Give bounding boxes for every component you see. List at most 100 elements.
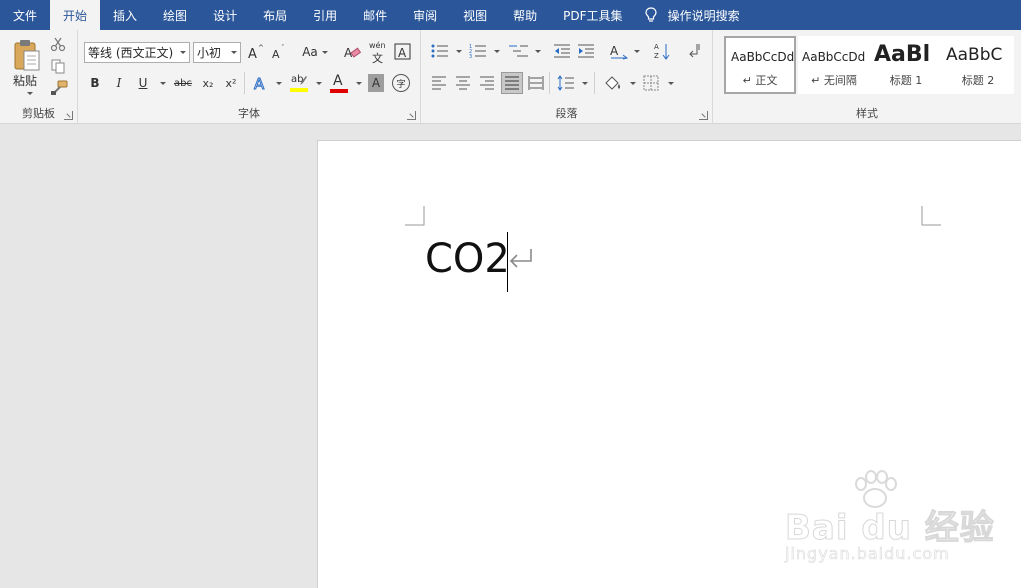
clear-formatting-icon[interactable]: A [344,43,362,61]
show-hide-marks-icon[interactable] [686,42,702,60]
character-border-icon[interactable]: A [394,43,412,61]
style-name: ↵ 无间隔 [811,74,857,87]
style-heading-1[interactable]: AaBl 标题 1 [870,36,942,94]
numbering-icon[interactable]: 123 [469,43,487,59]
svg-text:A: A [248,47,257,61]
distributed-icon[interactable] [528,75,544,91]
highlight-dropdown-caret[interactable] [316,82,322,85]
tab-references[interactable]: 引用 [300,0,350,30]
margin-corner-top-right [921,206,941,226]
bullets-dropdown-caret[interactable] [456,50,462,53]
paragraph-dialog-launcher[interactable] [699,111,708,120]
highlight-button[interactable]: ab [289,73,309,95]
tell-me-label: 操作说明搜索 [667,8,740,23]
tab-view[interactable]: 视图 [450,0,500,30]
align-center-icon[interactable] [455,75,471,91]
svg-text:ˇ: ˇ [281,44,285,52]
shading-dropdown-caret[interactable] [630,82,636,85]
clipboard-dialog-launcher[interactable] [64,111,73,120]
tab-draw[interactable]: 绘图 [150,0,200,30]
shrink-font-icon[interactable]: Aˇ [271,43,287,61]
style-heading-2[interactable]: AaBbC 标题 2 [942,36,1014,94]
paragraph-mark-icon [509,249,532,268]
chevron-down-icon [321,50,328,54]
text-effects-icon[interactable]: A [252,74,270,93]
style-normal[interactable]: AaBbCcDd ↵ 正文 [724,36,796,94]
underline-dropdown-caret[interactable] [160,82,166,85]
tab-mailings[interactable]: 邮件 [350,0,400,30]
character-shading-button[interactable]: A [368,74,384,92]
numbering-dropdown-caret[interactable] [494,50,500,53]
style-sample: AaBbCcDd [802,50,866,64]
tab-design[interactable]: 设计 [200,0,250,30]
watermark-brand: Bai du 经验 [785,508,995,549]
grow-font-icon[interactable]: A ^ [248,43,264,61]
tab-help[interactable]: 帮助 [500,0,550,30]
phonetic-guide-button[interactable]: wén 文 [368,41,388,65]
superscript-button[interactable]: x² [221,73,241,93]
bold-button[interactable]: B [86,73,104,93]
subscript-button[interactable]: x₂ [198,73,218,93]
italic-button[interactable]: I [110,73,128,93]
copy-icon[interactable] [50,58,66,74]
tab-layout[interactable]: 布局 [250,0,300,30]
paste-dropdown-caret[interactable] [27,92,33,95]
font-color-button[interactable]: A [329,73,349,95]
align-left-icon[interactable] [431,75,447,91]
font-name-combo[interactable]: 等线 (西文正文) [84,42,190,63]
document-body-text[interactable]: CO2 [425,239,510,279]
paste-icon [14,40,40,71]
decrease-indent-icon[interactable] [553,43,571,59]
chinese-layout-dropdown-caret[interactable] [634,50,640,53]
sort-icon[interactable]: AZ [654,42,672,60]
font-color-dropdown-caret[interactable] [356,82,362,85]
enclose-characters-button[interactable]: 字 [392,74,410,92]
align-right-icon[interactable] [479,75,495,91]
increase-indent-icon[interactable] [577,43,595,59]
tab-insert[interactable]: 插入 [100,0,150,30]
style-no-spacing[interactable]: AaBbCcDd ↵ 无间隔 [798,36,870,94]
svg-text:A: A [610,44,619,58]
cut-icon[interactable] [50,36,66,52]
borders-icon[interactable] [643,75,659,91]
tab-review[interactable]: 审阅 [400,0,450,30]
ribbon: 粘贴 剪贴板 等线 (西文正文) 小初 A ^ A ˇ Aa A wén 文 A… [0,30,1021,124]
line-spacing-icon[interactable] [557,75,575,91]
divider [244,72,245,94]
tell-me-search[interactable]: 操作说明搜索 [636,0,753,30]
multilevel-dropdown-caret[interactable] [535,50,541,53]
text-effects-dropdown-caret[interactable] [276,82,282,85]
styles-group-label: 样式 [856,107,878,120]
bullets-icon[interactable] [431,43,449,59]
style-sample: AaBl [874,42,931,67]
font-size-combo[interactable]: 小初 [193,42,241,63]
paragraph-group-label: 段落 [555,107,578,120]
strikethrough-button[interactable]: abc [171,73,195,93]
baidu-jingyan-watermark: Bai du 经验 jingyan.baidu.com [785,470,1010,570]
underline-button[interactable]: U [134,73,152,93]
shading-icon[interactable] [603,74,623,92]
font-dialog-launcher[interactable] [407,111,416,120]
multilevel-list-icon[interactable] [509,43,529,59]
svg-text:A: A [254,75,265,92]
divider [594,72,595,94]
paragraph-group: 123 A AZ 段落 [421,30,713,124]
tab-pdf-tools[interactable]: PDF工具集 [550,0,635,30]
format-painter-icon[interactable] [50,80,68,96]
paste-button[interactable]: 粘贴 [4,34,46,96]
change-case-label: Aa [302,45,318,59]
justify-button[interactable] [501,72,523,94]
font-group-label: 字体 [238,107,260,120]
change-case-button[interactable]: Aa [298,42,332,62]
clipboard-group: 粘贴 剪贴板 [0,30,78,124]
tab-home[interactable]: 开始 [50,0,101,30]
chevron-down-icon [231,51,237,54]
borders-dropdown-caret[interactable] [668,82,674,85]
font-group: 等线 (西文正文) 小初 A ^ Aˇ Aa A wén 文 A B I U a… [78,30,421,124]
line-spacing-dropdown-caret[interactable] [582,82,588,85]
phonetic-char: 文 [372,52,383,65]
font-size-value: 小初 [197,46,222,60]
divider [549,72,550,94]
chinese-layout-icon[interactable]: A [609,42,629,60]
tab-file[interactable]: 文件 [0,0,50,30]
